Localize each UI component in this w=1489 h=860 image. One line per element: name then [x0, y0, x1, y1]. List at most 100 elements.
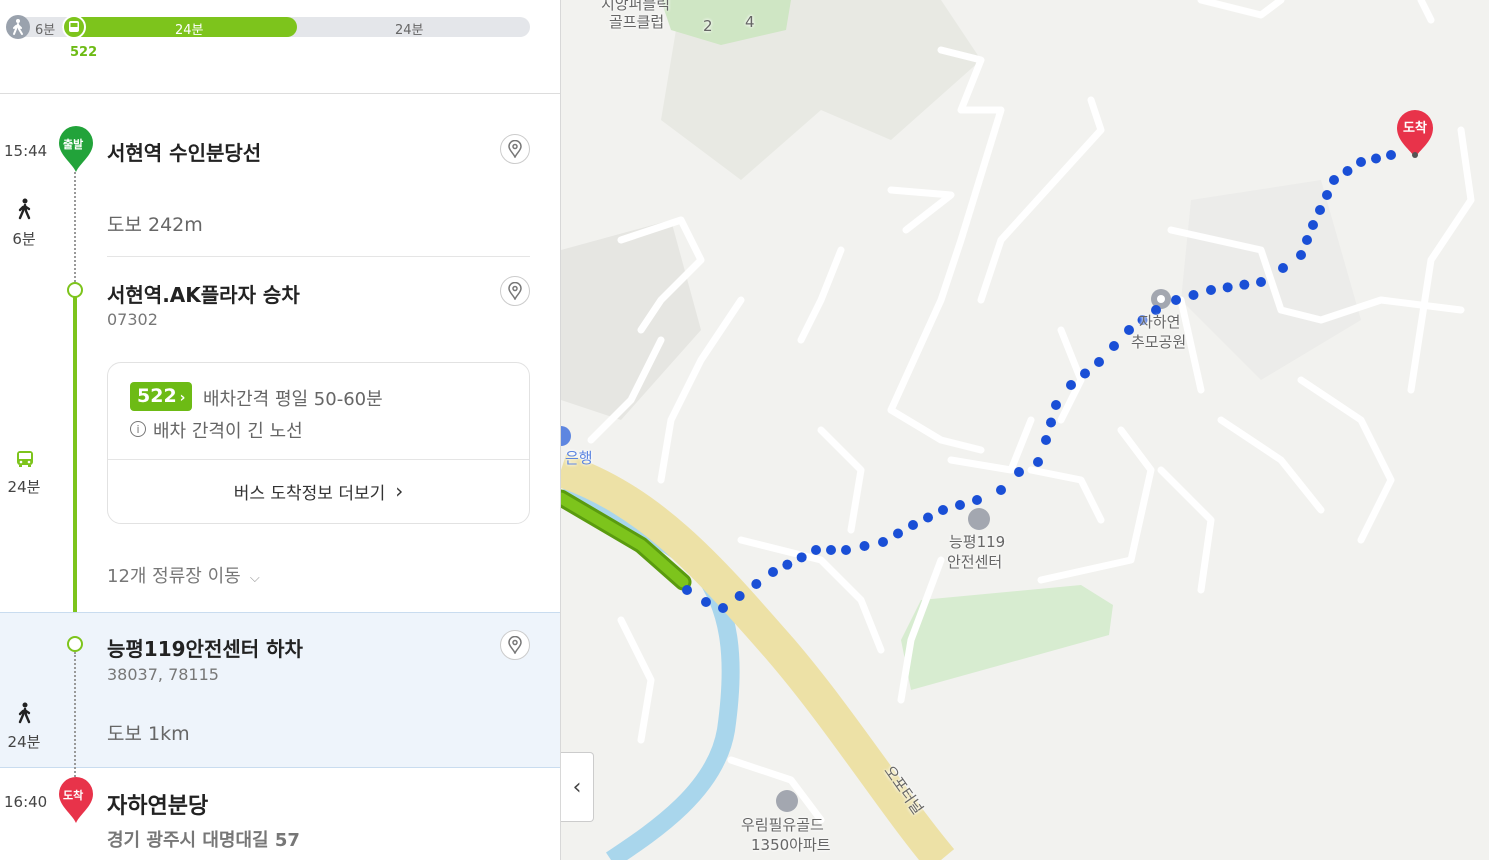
walk-route-dot [1222, 282, 1233, 293]
walk-route-dot [1371, 153, 1381, 164]
bus-number-badge[interactable]: 522 › [130, 382, 193, 411]
walk-route-dot [751, 579, 762, 589]
walk-route-dot [768, 567, 778, 577]
end-pin-label: 도착 [63, 789, 84, 802]
map-label-apt1: 우림필유골드 [741, 816, 824, 834]
walk-route-dot [1188, 290, 1199, 300]
summary-walk1: 6분 [35, 23, 56, 38]
dest-pin-label: 도착 [1403, 121, 1427, 136]
walk-line-1 [74, 172, 76, 282]
chevron-down-icon: ⌵ [249, 571, 260, 586]
walk-line-2 [74, 652, 76, 777]
walk-route-dot [1206, 285, 1216, 295]
board-stop-name[interactable]: 서현역.AK플라자 승차 [107, 279, 300, 308]
walk2-distance: 도보 1km [107, 723, 190, 745]
bus-number: 522 [137, 385, 177, 407]
summary-bus-time: 24분 [175, 23, 204, 38]
start-name[interactable]: 서현역 수인분당선 [107, 137, 261, 166]
alight-dot [67, 636, 83, 652]
start-time: 15:44 [4, 142, 48, 160]
walk-route-dot [908, 520, 918, 530]
location-pin-icon [508, 636, 522, 654]
map-label-apt2: 1350아파트 [751, 836, 831, 854]
bus-arrival-more-button[interactable]: 버스 도착정보 더보기 › [108, 460, 529, 522]
walk-route-dot [1308, 220, 1318, 230]
walk-route-dot [1386, 150, 1396, 160]
board-locate-button[interactable] [500, 276, 530, 306]
walk-route-dot [826, 545, 836, 555]
alight-locate-button[interactable] [500, 630, 530, 660]
map-view[interactable]: 지앙퍼블릭 골프클럽 2 4 자하연 추모공원 은행 능평119 안전센터 우림… [561, 0, 1489, 860]
walk-route-dot [955, 500, 965, 510]
alight-stop-code: 38037, 78115 [107, 665, 219, 684]
walk-route-dot [811, 545, 821, 555]
walk-route-dot [782, 559, 793, 570]
board-stop-code: 07302 [107, 310, 158, 329]
walk-route-dot [1094, 357, 1104, 367]
walk-route-dot [1278, 263, 1288, 273]
end-time: 16:40 [4, 793, 48, 811]
walk-route-dot [1315, 205, 1325, 215]
walk-route-dot [734, 591, 745, 601]
walk1-distance: 도보 242m [107, 214, 203, 236]
bus-icon [62, 15, 86, 39]
walk-route-dot [701, 597, 711, 607]
walk-route-dot [1033, 457, 1043, 467]
start-locate-button[interactable] [500, 134, 530, 164]
summary-walk2: 24분 [395, 23, 424, 38]
walk2-duration: 24분 [7, 733, 41, 751]
walk-route-dot [1302, 235, 1312, 245]
location-pin-icon [508, 282, 522, 300]
walk-route-dot [1014, 467, 1024, 477]
walk-person-icon [15, 198, 35, 224]
walk-person-icon [15, 702, 35, 728]
walk-route-dot [972, 495, 982, 505]
walk-route-dot [1356, 157, 1366, 167]
walk-route-dot [878, 537, 888, 547]
walk-route-dot [1171, 295, 1181, 305]
chevron-left-icon: ‹ [572, 774, 582, 800]
info-icon: i [130, 421, 146, 437]
walk-route-dot [1342, 166, 1353, 176]
panel-collapse-button[interactable]: ‹ [561, 752, 594, 822]
walk-route-dot [938, 505, 948, 515]
route-detail-panel: 6분 24분 24분 522 15:44 출발 서현역 수인분당선 6분 도보 … [0, 0, 561, 860]
walk-route-dot [1322, 190, 1332, 200]
walk-route-dot [996, 485, 1006, 495]
walk-route-dot [1041, 435, 1051, 445]
walk-route-dot [923, 512, 933, 523]
walk-route-dot [1109, 341, 1119, 351]
walk-route-dot [859, 541, 870, 551]
walk-route-dot [1239, 279, 1250, 290]
end-address: 경기 광주시 대명대길 57 [107, 830, 300, 851]
chevron-right-icon: › [179, 390, 186, 406]
map-label-fire2: 안전센터 [947, 553, 1003, 571]
map-label-golf2: 골프클럽 [609, 13, 665, 31]
walk-route-dot [718, 603, 728, 613]
walk-route-dot [1256, 277, 1266, 287]
map-label-num2: 2 [703, 17, 713, 35]
alight-stop-name[interactable]: 능평119안전센터 하차 [107, 633, 303, 662]
start-pin-label: 출발 [63, 138, 84, 151]
walk-route-dot [1051, 400, 1061, 410]
map-label-park1: 자하연 [1139, 313, 1181, 331]
walk-route-dot [1329, 175, 1339, 185]
walking-route [682, 150, 1396, 613]
walk-route-dot [893, 528, 903, 539]
chevron-right-icon: › [395, 479, 404, 503]
walk-route-dot [1066, 380, 1076, 390]
bus-arrival-more-label: 버스 도착정보 더보기 [233, 483, 386, 504]
summary-bus-number: 522 [70, 45, 98, 60]
walk-route-dot [682, 585, 692, 595]
walk-route-dot [1296, 250, 1306, 260]
map-label-fire1: 능평119 [949, 533, 1006, 551]
divider [0, 93, 560, 94]
location-pin-icon [508, 140, 522, 158]
walk-route-dot [841, 545, 851, 555]
bus-info-card: 522 › 배차간격 평일 50-60분 i 배차 간격이 긴 노선 버스 도착정… [107, 362, 530, 524]
bus-notice: 배차 간격이 긴 노선 [153, 421, 303, 442]
end-name[interactable]: 자하연분당 [107, 788, 208, 820]
divider [107, 256, 530, 257]
bus-icon [15, 449, 35, 473]
stops-expand-button[interactable]: 12개 정류장 이동 ⌵ [107, 562, 260, 588]
